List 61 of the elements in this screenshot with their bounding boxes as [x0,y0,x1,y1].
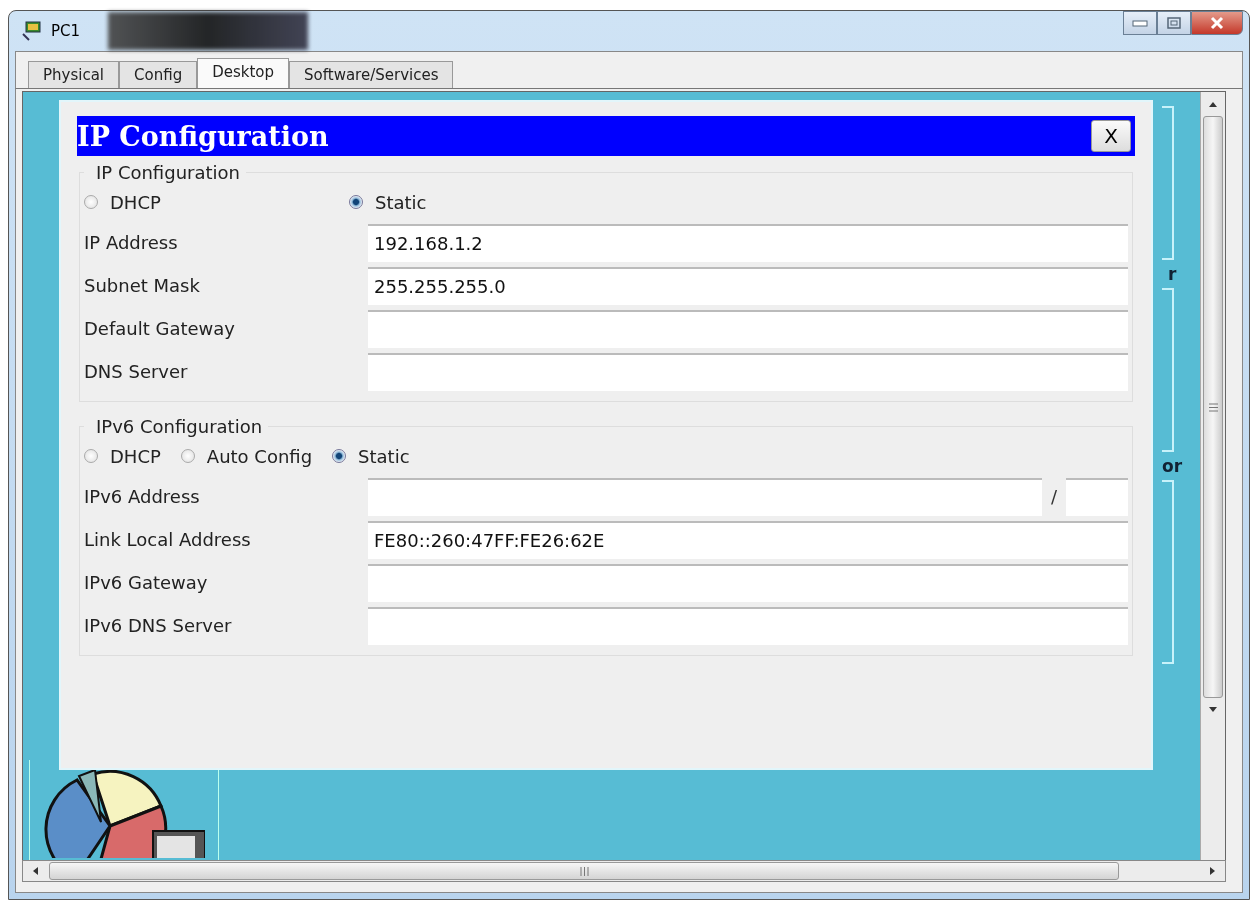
input-field[interactable] [368,606,1128,645]
close-button[interactable] [1191,11,1243,35]
minimize-icon [1132,19,1148,27]
tab[interactable]: Config [119,61,198,88]
field-label: IPv6 Address [84,486,201,507]
field-label: Subnet Mask [84,275,201,296]
close-button[interactable]: X [1091,120,1131,152]
prefix-field[interactable] [1066,477,1128,516]
scrollbar-thumb[interactable] [1203,116,1223,698]
tab[interactable]: Physical [28,61,120,88]
radio-label[interactable]: DHCP [110,191,161,213]
radio-button[interactable] [180,449,195,463]
field-label: IPv6 Gateway [84,572,209,593]
radio-option[interactable]: Static [332,445,410,467]
radio-button[interactable] [349,195,363,209]
input-field[interactable] [368,563,1128,602]
input-field[interactable]: FE80::260:47FF:FE26:62E [368,520,1128,559]
radio-label[interactable]: DHCP [110,445,161,467]
radio-label[interactable]: Auto Config [206,445,313,467]
grip-icon [579,866,589,876]
radio-option[interactable]: Auto Config [180,445,313,467]
input-field[interactable] [368,477,1042,516]
scroll-right-icon[interactable] [1209,866,1217,876]
field-label: Link Local Address [84,529,252,550]
group-title: IPv6 Configuration [95,416,264,437]
scroll-up-icon[interactable] [1208,100,1218,108]
maximize-icon [1166,16,1182,30]
scroll-left-icon[interactable] [31,866,39,876]
close-icon [1209,16,1225,30]
input-field[interactable]: 192.168.1.2 [368,223,1128,262]
label-fragment: r [1168,264,1178,284]
window-title: PC1 [51,22,81,40]
group-title: IP Configuration [95,162,241,183]
scrollbar-thumb[interactable] [49,862,1119,880]
field-label: DNS Server [84,361,189,382]
radio-button[interactable] [332,449,347,463]
radio-option[interactable]: DHCP [84,445,161,467]
input-field[interactable]: 255.255.255.0 [368,266,1128,305]
minimize-button[interactable] [1123,11,1157,35]
grip-icon [1208,402,1218,412]
field-label: IP Address [84,232,179,253]
computer-icon [21,20,43,42]
tab[interactable]: Desktop [197,58,290,88]
tab[interactable]: Software/Services [289,61,454,88]
input-field[interactable] [368,352,1128,391]
vertical-scrollbar[interactable] [1200,92,1225,860]
radio-option[interactable]: DHCP [84,191,349,213]
maximize-button[interactable] [1157,11,1191,35]
input-field[interactable] [368,309,1128,348]
radio-label[interactable]: Static [358,445,410,467]
label-fragment: or [1162,456,1184,476]
radio-button[interactable] [84,195,98,209]
field-label: Default Gateway [84,318,236,339]
separator-label: / [1049,486,1059,507]
radio-option[interactable]: Static [349,191,614,213]
dialog-title: IP Configuration [77,120,329,152]
radio-label[interactable]: Static [375,191,427,213]
scroll-down-icon[interactable] [1208,706,1218,714]
horizontal-scrollbar[interactable] [22,860,1226,882]
field-label: IPv6 DNS Server [84,615,233,636]
radio-button[interactable] [84,449,98,463]
